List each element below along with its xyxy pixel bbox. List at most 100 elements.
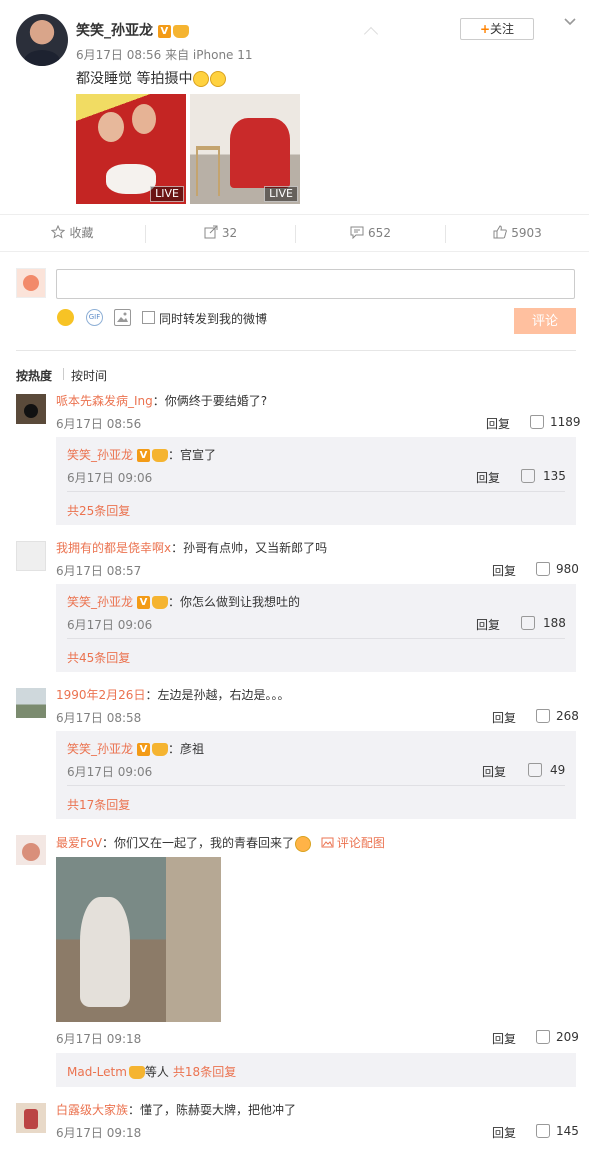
reply-link[interactable]: 回复 [492,562,516,579]
more-replies-link[interactable]: 共25条回复 [67,502,130,519]
reply-link[interactable]: 回复 [486,415,510,432]
comment-pic-link[interactable]: 评论配图 [337,836,385,850]
member-crown-icon [128,1066,145,1079]
thumbs-up-icon[interactable] [530,415,544,429]
submit-comment-button[interactable]: 评论 [514,308,576,334]
photo-content [132,104,156,134]
post-meta: 6月17日 08:56 来自 iPhone 11 [76,48,253,62]
thumbs-up-icon[interactable] [521,469,535,483]
post-photo[interactable]: LIVE [190,94,300,204]
like-count: 145 [556,1124,579,1138]
sad-emoji-icon [210,71,227,87]
action-bar: 收藏 32 652 5903 [0,214,589,252]
reply-time: 6月17日 09:06 [67,765,153,779]
comment-body: 我拥有的都是侥幸啊x：孙哥有点帅，又当新郎了吗 [56,539,327,556]
commenter-avatar[interactable] [16,688,46,718]
star-icon [51,224,66,239]
like-button[interactable]: 5903 [446,215,589,252]
divider [16,350,576,351]
commenter-avatar[interactable] [16,1103,46,1133]
reply-link[interactable]: 回复 [476,616,500,633]
comment-text: ：左边是孙越，右边是。。。 [145,688,290,702]
thumbs-up-icon[interactable] [536,709,550,723]
like-count: 49 [550,763,566,777]
reply-author[interactable]: 笑笑_孙亚龙 [67,448,133,462]
author-name[interactable]: 笑笑_孙亚龙 [76,23,153,39]
more-replies-link[interactable]: 共18条回复 [173,1065,236,1079]
member-crown-icon [152,743,169,756]
comment-count: 652 [368,226,391,240]
more-replies-link[interactable]: 共45条回复 [67,649,130,666]
like-count: 209 [556,1030,579,1044]
reply-summary-box: Mad-Letm 等人 共18条回复 [56,1053,576,1087]
post-text: 都没睡觉 等拍摄中 [76,71,193,87]
current-user-avatar[interactable] [16,268,46,298]
reply-box: 笑笑_孙亚龙 V ：你怎么做到让我想吐的 6月17日 09:06 回复 188 共4… [56,584,576,672]
reply-link[interactable]: 回复 [482,763,506,780]
thumbs-up-icon[interactable] [521,616,535,630]
active-tab-caret [363,26,379,42]
comment-input[interactable] [56,269,575,299]
image-content [166,857,221,1022]
gif-icon[interactable]: GIF [86,309,103,326]
comment-body: 哌本先森发病_Ing：你俩终于要结婚了? [56,392,267,409]
more-replies-link[interactable]: 共17条回复 [67,796,130,813]
thumbs-up-icon[interactable] [528,763,542,777]
comment-text: ：孙哥有点帅，又当新郎了吗 [171,541,328,555]
repost-icon [204,225,218,239]
repost-checkbox[interactable] [142,311,155,324]
verified-badge-icon: V [137,449,151,462]
reply-summary-suffix: 等人 [144,1065,169,1079]
thumbs-up-icon[interactable] [536,1030,550,1044]
chevron-down-icon[interactable] [562,14,578,30]
photo-content [106,164,156,194]
reply-author[interactable]: Mad-Letm [67,1065,127,1079]
comment-button[interactable]: 652 [296,215,445,252]
comment-image[interactable] [56,857,221,1022]
divider [67,491,565,492]
repost-button[interactable]: 32 [146,215,295,252]
comment-body: 最爱FoV：你们又在一起了，我的青春回来了 评论配图 [56,834,385,852]
sort-by-hot[interactable]: 按热度 [16,367,52,384]
reply-link[interactable]: 回复 [492,709,516,726]
member-crown-icon [152,596,169,609]
comment-body: 白露级大家族：懂了，陈赫耍大牌，把他冲了 [56,1101,296,1118]
commenter-name[interactable]: 最爱FoV [56,836,102,850]
commenter-avatar[interactable] [16,541,46,571]
like-count: 1189 [550,415,581,429]
thumbs-up-icon[interactable] [536,562,550,576]
verified-badge-icon: V [157,24,171,38]
commenter-name[interactable]: 1990年2月26日 [56,688,145,702]
like-count: 188 [543,616,566,630]
reply-link[interactable]: 回复 [492,1124,516,1141]
reply-body: 笑笑_孙亚龙 V ：你怎么做到让我想吐的 [67,593,300,610]
sort-by-time[interactable]: 按时间 [71,367,107,384]
divider [67,785,565,786]
favorite-button[interactable]: 收藏 [0,215,145,252]
commenter-avatar[interactable] [16,835,46,865]
author-avatar[interactable] [16,14,68,66]
live-badge: LIVE [264,186,298,202]
image-upload-icon[interactable] [114,309,131,326]
commenter-name[interactable]: 哌本先森发病_Ing [56,394,153,408]
reply-author[interactable]: 笑笑_孙亚龙 [67,595,133,609]
comment-time: 6月17日 09:18 [56,1032,142,1046]
reply-link[interactable]: 回复 [492,1030,516,1047]
post-photo[interactable]: LIVE [76,94,186,204]
repost-count: 32 [221,226,238,240]
follow-button[interactable]: +关注 [460,18,534,40]
comment-time: 6月17日 08:56 [56,417,142,431]
emoji-picker-icon[interactable] [57,309,74,326]
commenter-name[interactable]: 白露级大家族 [56,1103,128,1117]
comment-time: 6月17日 08:57 [56,564,142,578]
commenter-avatar[interactable] [16,394,46,424]
comment-icon [350,226,364,240]
thumbs-up-icon[interactable] [536,1124,550,1138]
reply-link[interactable]: 回复 [476,469,500,486]
reply-author[interactable]: 笑笑_孙亚龙 [67,742,133,756]
image-content [80,897,130,1007]
reply-box: 笑笑_孙亚龙 V ：官宣了 6月17日 09:06 回复 135 共25条回复 [56,437,576,525]
reply-summary: Mad-Letm 等人 共18条回复 [67,1063,236,1080]
reply-text: ：彦祖 [168,742,205,756]
commenter-name[interactable]: 我拥有的都是侥幸啊x [56,541,171,555]
